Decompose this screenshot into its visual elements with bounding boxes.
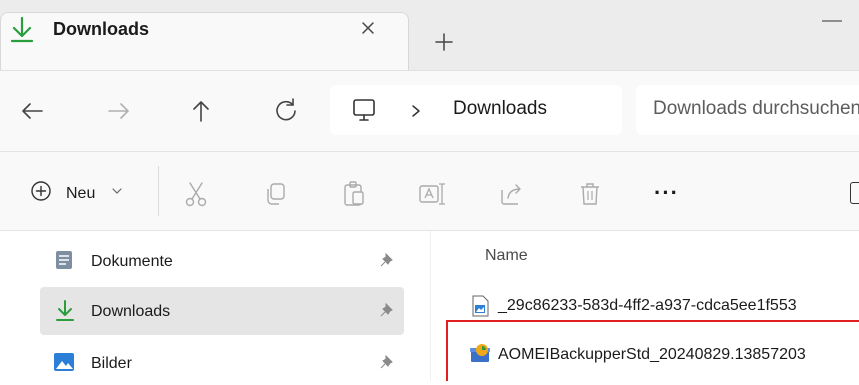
new-tab-button[interactable] bbox=[430, 28, 458, 56]
new-button[interactable]: Neu bbox=[66, 185, 95, 203]
image-file-icon bbox=[470, 295, 490, 317]
installer-icon bbox=[468, 341, 492, 365]
pin-icon bbox=[378, 301, 398, 321]
copy-icon bbox=[267, 183, 285, 205]
file-name[interactable]: AOMEIBackupperStd_20240829.13857203 bbox=[498, 346, 806, 364]
download-icon bbox=[53, 298, 77, 324]
cut-button[interactable] bbox=[180, 178, 212, 210]
sidebar-item-label: Dokumente bbox=[91, 253, 173, 270]
tab-title: Downloads bbox=[53, 19, 150, 39]
delete-button[interactable] bbox=[574, 178, 606, 210]
chevron-down-icon bbox=[110, 184, 124, 198]
up-button[interactable] bbox=[181, 91, 221, 131]
plus-circle-icon bbox=[28, 178, 54, 204]
more-options-button[interactable]: ··· bbox=[654, 180, 679, 206]
file-name[interactable]: _29c86233-583d-4ff2-a937-cdca5ee1f553 bbox=[498, 297, 797, 315]
breadcrumb[interactable]: Downloads bbox=[453, 98, 547, 120]
refresh-icon bbox=[276, 98, 296, 121]
minimize-button[interactable] bbox=[820, 14, 844, 28]
sidebar-item-label: Downloads bbox=[91, 303, 171, 320]
pictures-icon bbox=[53, 351, 75, 373]
command-separator bbox=[158, 166, 159, 216]
close-tab-button[interactable] bbox=[352, 14, 384, 42]
sidebar-item-label: Bilder bbox=[91, 355, 132, 372]
column-header-name[interactable]: Name bbox=[485, 247, 528, 265]
share-icon bbox=[501, 184, 521, 205]
search-placeholder: Downloads durchsuchen bbox=[653, 98, 859, 119]
share-button[interactable] bbox=[496, 178, 528, 210]
copy-button[interactable] bbox=[260, 178, 292, 210]
forward-button[interactable] bbox=[99, 91, 139, 131]
arrow-right-icon bbox=[108, 103, 129, 119]
paste-button[interactable] bbox=[338, 178, 370, 210]
pin-icon bbox=[378, 251, 398, 271]
scissors-icon bbox=[185, 182, 207, 207]
breadcrumb-chevron-icon[interactable] bbox=[408, 101, 424, 121]
documents-icon bbox=[53, 249, 75, 271]
refresh-button[interactable] bbox=[266, 91, 306, 131]
arrow-up-icon bbox=[193, 101, 209, 122]
rename-icon bbox=[419, 183, 445, 205]
arrow-left-icon bbox=[22, 103, 43, 119]
rename-button[interactable] bbox=[416, 178, 448, 210]
trash-icon bbox=[581, 183, 599, 205]
download-icon bbox=[8, 14, 36, 46]
pane-divider[interactable] bbox=[430, 231, 431, 381]
pin-icon bbox=[378, 353, 398, 373]
view-icon[interactable] bbox=[850, 182, 859, 204]
back-button[interactable] bbox=[12, 91, 52, 131]
paste-icon bbox=[344, 181, 364, 206]
this-pc-icon bbox=[350, 96, 378, 124]
